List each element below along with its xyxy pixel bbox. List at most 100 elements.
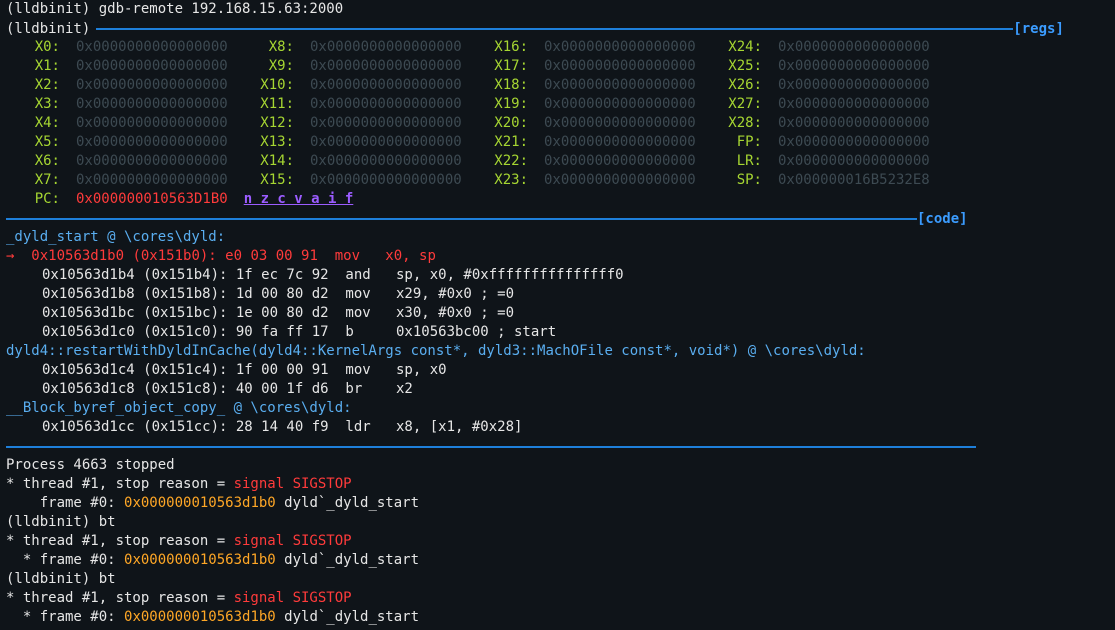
signal-text: signal SIGSTOP: [233, 476, 352, 492]
register-cell: FP: 0x0000000000000000: [708, 133, 942, 152]
register-value: 0x0000000000000000: [76, 96, 228, 112]
register-name: X14:: [260, 153, 294, 169]
signal-text: signal SIGSTOP: [233, 533, 352, 549]
register-cell: X12: 0x0000000000000000: [240, 114, 474, 133]
code-block-2: 0x10563d1c4 (0x151c4): 1f 00 00 91 mov s…: [6, 361, 1109, 399]
register-value: 0x0000000000000000: [76, 172, 228, 188]
register-cell: X20: 0x0000000000000000: [474, 114, 708, 133]
register-cell: X23: 0x0000000000000000: [474, 171, 708, 190]
instruction-line[interactable]: 0x10563d1c4 (0x151c4): 1f 00 00 91 mov s…: [6, 361, 1109, 380]
register-name: X3:: [34, 96, 60, 112]
instruction-line[interactable]: 0x10563d1b8 (0x151b8): 1d 00 80 d2 mov x…: [6, 285, 1109, 304]
register-row: X4: 0x0000000000000000 X12: 0x0000000000000…: [6, 114, 1109, 133]
terminal-window[interactable]: (lldbinit) gdb-remote 192.168.15.63:2000…: [0, 0, 1115, 630]
register-cell: X15: 0x0000000000000000: [240, 171, 474, 190]
register-value: 0x0000000000000000: [778, 77, 930, 93]
register-value: 0x0000000000000000: [544, 58, 696, 74]
instruction-line[interactable]: 0x10563d1c0 (0x151c0): 90 fa ff 17 b 0x1…: [6, 323, 1109, 342]
register-value: 0x0000000000000000: [310, 134, 462, 150]
register-name: X21:: [494, 134, 528, 150]
register-cell: X21: 0x0000000000000000: [474, 133, 708, 152]
register-value: 0x0000000000000000: [544, 39, 696, 55]
process-status: Process 4663 stopped: [6, 457, 175, 473]
register-row: X5: 0x0000000000000000 X13: 0x0000000000000…: [6, 133, 1109, 152]
register-row: X0: 0x0000000000000000 X8: 0x00000000000000…: [6, 38, 1109, 57]
regs-tag: [regs]: [1013, 20, 1064, 37]
frame-address: 0x000000010563d1b0: [124, 495, 276, 511]
code-block-3: 0x10563d1cc (0x151cc): 28 14 40 f9 ldr x…: [6, 418, 1109, 437]
register-name: X22:: [494, 153, 528, 169]
register-cell: X8: 0x0000000000000000: [240, 38, 474, 57]
register-name: X16:: [494, 39, 528, 55]
register-name: X18:: [494, 77, 528, 93]
code-block-1: 0x10563d1b4 (0x151b4): 1f ec 7c 92 and s…: [6, 266, 1109, 342]
instruction-line[interactable]: 0x10563d1b4 (0x151b4): 1f ec 7c 92 and s…: [6, 266, 1109, 285]
register-value: 0x0000000000000000: [544, 134, 696, 150]
register-cell: SP: 0x000000016B5232E8: [708, 171, 942, 190]
pc-value: 0x000000010563D1B0: [76, 191, 228, 207]
register-value: 0x0000000000000000: [778, 153, 930, 169]
register-cell: X16: 0x0000000000000000: [474, 38, 708, 57]
register-value: 0x0000000000000000: [778, 58, 930, 74]
register-cell: X5: 0x0000000000000000: [6, 133, 240, 152]
register-cell: LR: 0x0000000000000000: [708, 152, 942, 171]
function-header-dyld-start: _dyld_start @ \cores\dyld:: [6, 229, 226, 245]
thread-line-1: * thread #1, stop reason = signal SIGSTO…: [6, 475, 1109, 494]
register-cell: X22: 0x0000000000000000: [474, 152, 708, 171]
thread-prefix: * thread #1, stop reason =: [6, 590, 234, 606]
register-cell: X18: 0x0000000000000000: [474, 76, 708, 95]
code-rule: [6, 217, 917, 220]
register-name: X27:: [728, 96, 762, 112]
function-header-restart: dyld4::restartWithDyldInCache(dyld4::Ker…: [6, 343, 866, 359]
prompt: (lldbinit): [6, 20, 91, 37]
thread-prefix: * thread #1, stop reason =: [6, 476, 234, 492]
instruction-line[interactable]: 0x10563d1cc (0x151cc): 28 14 40 f9 ldr x…: [6, 418, 1109, 437]
register-name: X24:: [728, 39, 762, 55]
register-name: X26:: [728, 77, 762, 93]
frame-prefix: * frame #0:: [6, 609, 125, 625]
register-name: X9:: [268, 58, 294, 74]
register-name: X0:: [34, 39, 60, 55]
register-name: X25:: [728, 58, 762, 74]
register-value: 0x000000016B5232E8: [778, 172, 930, 188]
frame-prefix: frame #0:: [6, 495, 125, 511]
register-cell: X1: 0x0000000000000000: [6, 57, 240, 76]
instruction-line[interactable]: 0x10563d1c8 (0x151c8): 40 00 1f d6 br x2: [6, 380, 1109, 399]
register-value: 0x0000000000000000: [778, 39, 930, 55]
register-value: 0x0000000000000000: [310, 77, 462, 93]
register-value: 0x0000000000000000: [778, 134, 930, 150]
register-cell: X19: 0x0000000000000000: [474, 95, 708, 114]
register-value: 0x0000000000000000: [310, 39, 462, 55]
register-cell: X26: 0x0000000000000000: [708, 76, 942, 95]
bt-command-1: (lldbinit) bt: [6, 514, 116, 530]
current-instruction[interactable]: → 0x10563d1b0 (0x151b0): e0 03 00 91 mov…: [6, 247, 1109, 266]
register-name: X1:: [34, 58, 60, 74]
current-instruction-text: 0x10563d1b0 (0x151b0): e0 03 00 91 mov x…: [31, 248, 436, 264]
register-value: 0x0000000000000000: [544, 172, 696, 188]
frame-line-2: * frame #0: 0x000000010563d1b0 dyld`_dyl…: [6, 551, 1109, 570]
frame-prefix: * frame #0:: [6, 552, 125, 568]
instruction-line[interactable]: 0x10563d1bc (0x151bc): 1e 00 80 d2 mov x…: [6, 304, 1109, 323]
thread-line-2: * thread #1, stop reason = signal SIGSTO…: [6, 532, 1109, 551]
frame-line-3: * frame #0: 0x000000010563d1b0 dyld`_dyl…: [6, 608, 1109, 627]
register-cell: X14: 0x0000000000000000: [240, 152, 474, 171]
register-row: X3: 0x0000000000000000 X11: 0x0000000000000…: [6, 95, 1109, 114]
register-value: 0x0000000000000000: [544, 96, 696, 112]
register-value: 0x0000000000000000: [778, 96, 930, 112]
register-name: LR:: [736, 153, 762, 169]
register-cell: X6: 0x0000000000000000: [6, 152, 240, 171]
command-line: (lldbinit) gdb-remote 192.168.15.63:2000: [6, 1, 344, 17]
code-tag: [code]: [917, 210, 968, 227]
register-row: X6: 0x0000000000000000 X14: 0x0000000000000…: [6, 152, 1109, 171]
register-value: 0x0000000000000000: [76, 39, 228, 55]
register-value: 0x0000000000000000: [76, 153, 228, 169]
register-name: SP:: [736, 172, 762, 188]
register-cell: X28: 0x0000000000000000: [708, 114, 942, 133]
register-name: X17:: [494, 58, 528, 74]
register-value: 0x0000000000000000: [544, 153, 696, 169]
register-cell: X27: 0x0000000000000000: [708, 95, 942, 114]
thread-line-3: * thread #1, stop reason = signal SIGSTO…: [6, 589, 1109, 608]
register-row: X1: 0x0000000000000000 X9: 0x00000000000000…: [6, 57, 1109, 76]
pc-row: PC: 0x000000010563D1B0 n z c v a i f: [6, 190, 1109, 209]
frame-line-1: frame #0: 0x000000010563d1b0 dyld`_dyld_…: [6, 494, 1109, 513]
